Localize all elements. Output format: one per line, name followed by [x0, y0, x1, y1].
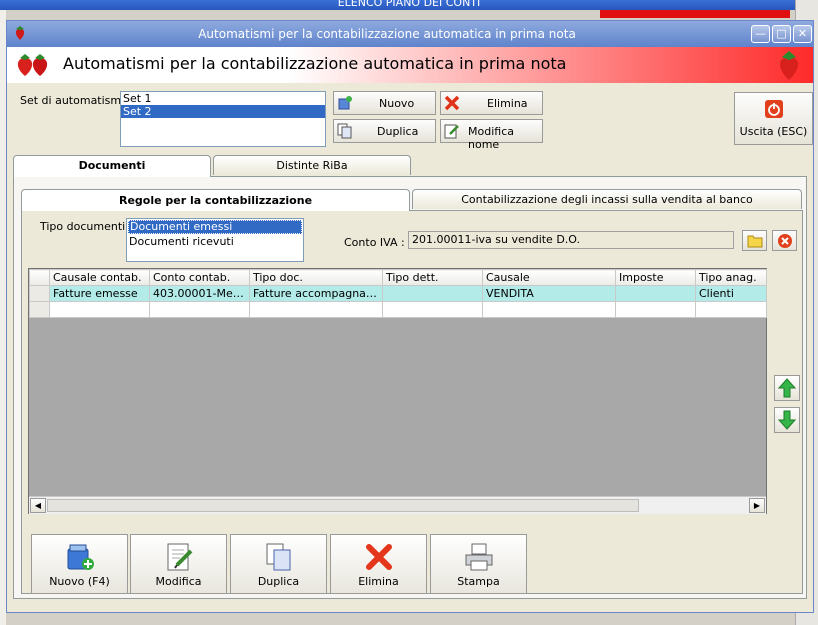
edit-rule-label: Modifica [155, 575, 202, 588]
table-cell[interactable] [382, 285, 483, 302]
window-title: Automatismi per la contabilizzazione aut… [198, 27, 576, 41]
column-header[interactable]: Causale [482, 269, 616, 286]
table-cell[interactable]: 403.00001-Merci... [149, 285, 250, 302]
row-selector[interactable] [29, 301, 50, 318]
table-row[interactable]: Fatture emesse 403.00001-Merci... Fattur… [29, 285, 767, 302]
print-label: Stampa [457, 575, 500, 588]
column-header[interactable]: Imposte [615, 269, 696, 286]
banner-title: Automatismi per la contabilizzazione aut… [63, 54, 567, 73]
doc-type-item[interactable]: Documenti ricevuti [127, 235, 303, 248]
doc-type-listbox[interactable]: Documenti emessi Documenti ricevuti [126, 218, 304, 262]
duplicate-rule-button[interactable]: Duplica [230, 534, 327, 594]
new-rule-button[interactable]: Nuovo (F4) [31, 534, 128, 594]
new-set-button[interactable]: Nuovo [333, 91, 436, 115]
set-item[interactable]: Set 1 [121, 92, 325, 105]
automatismi-window: Automatismi per la contabilizzazione aut… [6, 20, 814, 613]
duplicate-set-button[interactable]: Duplica [333, 119, 436, 143]
table-cell[interactable] [482, 301, 616, 318]
table-cell[interactable] [249, 301, 383, 318]
duplicate-document-icon [231, 541, 326, 573]
power-icon [764, 100, 783, 121]
column-header[interactable]: Causale contab. [49, 269, 150, 286]
print-button[interactable]: Stampa [430, 534, 527, 594]
column-header[interactable]: Conto contab. [149, 269, 250, 286]
new-set-label: Nuovo [379, 97, 415, 110]
sets-listbox[interactable]: Set 1 Set 2 [120, 91, 326, 147]
grid-header-row: Causale contab. Conto contab. Tipo doc. … [29, 269, 767, 286]
table-cell[interactable] [382, 301, 483, 318]
new-set-icon [337, 95, 353, 114]
table-cell[interactable] [149, 301, 250, 318]
table-cell[interactable] [695, 301, 767, 318]
doc-type-item-selected[interactable]: Documenti emessi [128, 220, 302, 234]
table-cell[interactable]: Fatture accompagnatori... [249, 285, 383, 302]
maximize-button[interactable]: □ [772, 25, 791, 43]
doc-type-label: Tipo documenti : [40, 220, 133, 233]
row-selector-header [29, 269, 50, 286]
set-item-selected[interactable]: Set 2 [121, 105, 325, 118]
edit-rule-button[interactable]: Modifica [130, 534, 227, 594]
arrow-down-icon [777, 410, 797, 433]
table-cell[interactable] [49, 301, 150, 318]
background-window-title: ELENCO PIANO DEI CONTI [337, 0, 481, 9]
horizontal-scrollbar[interactable]: ◀ ▶ [29, 496, 766, 514]
duplicate-icon [337, 123, 353, 142]
scroll-right-button[interactable]: ▶ [749, 498, 765, 513]
table-cell[interactable]: Fatture emesse [49, 285, 150, 302]
arrow-up-icon [777, 378, 797, 401]
move-up-button[interactable] [774, 375, 800, 401]
delete-rule-label: Elimina [358, 575, 399, 588]
header-banner: Automatismi per la contabilizzazione aut… [7, 47, 813, 83]
tab-distinte-riba[interactable]: Distinte RiBa [213, 155, 411, 175]
table-cell[interactable] [615, 301, 696, 318]
background-red-bar [600, 10, 790, 18]
strawberries-logo-icon [13, 52, 53, 81]
exit-label: Uscita (ESC) [739, 125, 808, 138]
scroll-left-button[interactable]: ◀ [30, 498, 46, 513]
red-x-icon [444, 95, 460, 114]
rules-grid[interactable]: Causale contab. Conto contab. Tipo doc. … [28, 268, 767, 514]
strawberry-banner-icon [775, 49, 803, 84]
column-header[interactable]: Tipo anag. [695, 269, 767, 286]
table-cell[interactable]: Clienti [695, 285, 767, 302]
duplicate-rule-label: Duplica [257, 575, 300, 588]
minimize-button[interactable]: — [751, 25, 770, 43]
row-selector[interactable] [29, 285, 50, 302]
move-down-button[interactable] [774, 407, 800, 433]
documenti-panel: Regole per la contabilizzazione Contabil… [13, 176, 807, 599]
tab-incassi-banco[interactable]: Contabilizzazione degli incassi sulla ve… [412, 189, 802, 209]
conto-iva-field[interactable]: 201.00011-iva su vendite D.O. [408, 231, 734, 249]
edit-document-icon [131, 541, 226, 573]
delete-rule-button[interactable]: Elimina [330, 534, 427, 594]
regole-panel: Tipo documenti : Documenti emessi Docume… [21, 210, 803, 594]
rename-set-label: Modifica nome [468, 125, 514, 151]
duplicate-set-label: Duplica [377, 125, 419, 138]
delete-x-icon [331, 541, 426, 573]
scroll-thumb[interactable] [47, 499, 639, 512]
delete-set-button[interactable]: Elimina [440, 91, 543, 115]
tab-regole[interactable]: Regole per la contabilizzazione [21, 189, 410, 211]
background-window-titlebar: ELENCO PIANO DEI CONTI [0, 0, 818, 10]
new-document-icon [32, 541, 127, 573]
sets-label: Set di automatismi : [20, 94, 132, 107]
close-button[interactable]: ✕ [793, 25, 812, 43]
column-header[interactable]: Tipo doc. [249, 269, 383, 286]
table-cell[interactable]: VENDITA [482, 285, 616, 302]
clear-conto-button[interactable] [772, 230, 797, 251]
column-header[interactable]: Tipo dett. [382, 269, 483, 286]
table-cell[interactable] [615, 285, 696, 302]
tab-documenti[interactable]: Documenti [13, 155, 211, 177]
edit-name-icon [444, 123, 460, 142]
window-titlebar[interactable]: Automatismi per la contabilizzazione aut… [7, 21, 813, 47]
browse-conto-button[interactable] [742, 230, 767, 251]
exit-button[interactable]: Uscita (ESC) [734, 92, 813, 145]
rename-set-button[interactable]: Modifica nome [440, 119, 543, 151]
conto-iva-label: Conto IVA : [344, 236, 405, 249]
clear-icon [777, 233, 793, 252]
printer-icon [431, 541, 526, 573]
folder-icon [747, 233, 763, 251]
new-rule-label: Nuovo (F4) [49, 575, 110, 588]
table-row-empty[interactable] [29, 301, 767, 318]
delete-set-label: Elimina [487, 97, 528, 110]
